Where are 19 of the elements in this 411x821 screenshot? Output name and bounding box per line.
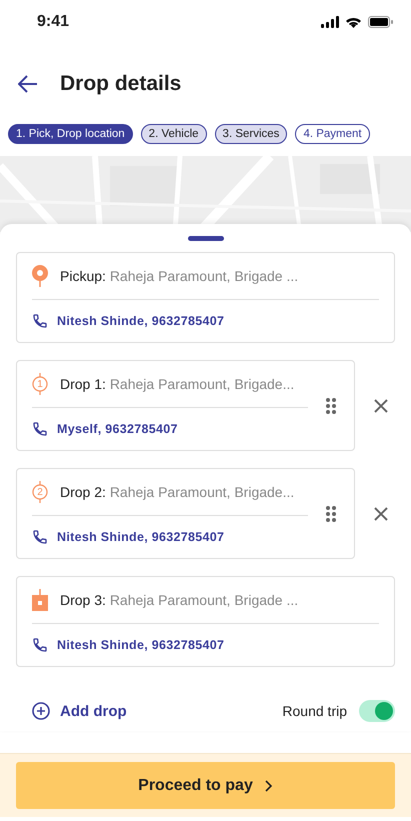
contact-text[interactable]: Myself, 9632785407 — [57, 422, 178, 436]
step-tab[interactable]: 1. Pick, Drop location — [8, 124, 133, 144]
step-tab[interactable]: 4. Payment — [295, 124, 370, 144]
numbered-marker-icon: 1 — [32, 373, 48, 395]
status-time: 9:41 — [37, 13, 70, 31]
stop-address[interactable]: Drop 1: Raheja Paramount, Brigade... — [60, 376, 294, 392]
add-drop-button[interactable]: Add drop — [32, 702, 127, 720]
proceed-button[interactable]: Proceed to pay — [16, 762, 395, 809]
step-tab[interactable]: 3. Services — [214, 124, 288, 144]
page-title: Drop details — [60, 72, 182, 96]
stop-address[interactable]: Pickup: Raheja Paramount, Brigade ... — [60, 268, 298, 284]
stop-address[interactable]: Drop 2: Raheja Paramount, Brigade... — [60, 484, 294, 500]
contact-text[interactable]: Nitesh Shinde, 9632785407 — [57, 638, 224, 652]
contact-text[interactable]: Nitesh Shinde, 9632785407 — [57, 530, 224, 544]
step-tab[interactable]: 2. Vehicle — [140, 124, 207, 144]
contact-text[interactable]: Nitesh Shinde, 9632785407 — [57, 314, 224, 328]
stop-address[interactable]: Drop 3: Raheja Paramount, Brigade ... — [60, 592, 298, 608]
numbered-marker-icon: 2 — [32, 481, 48, 503]
round-trip-label: Round trip — [282, 703, 347, 719]
